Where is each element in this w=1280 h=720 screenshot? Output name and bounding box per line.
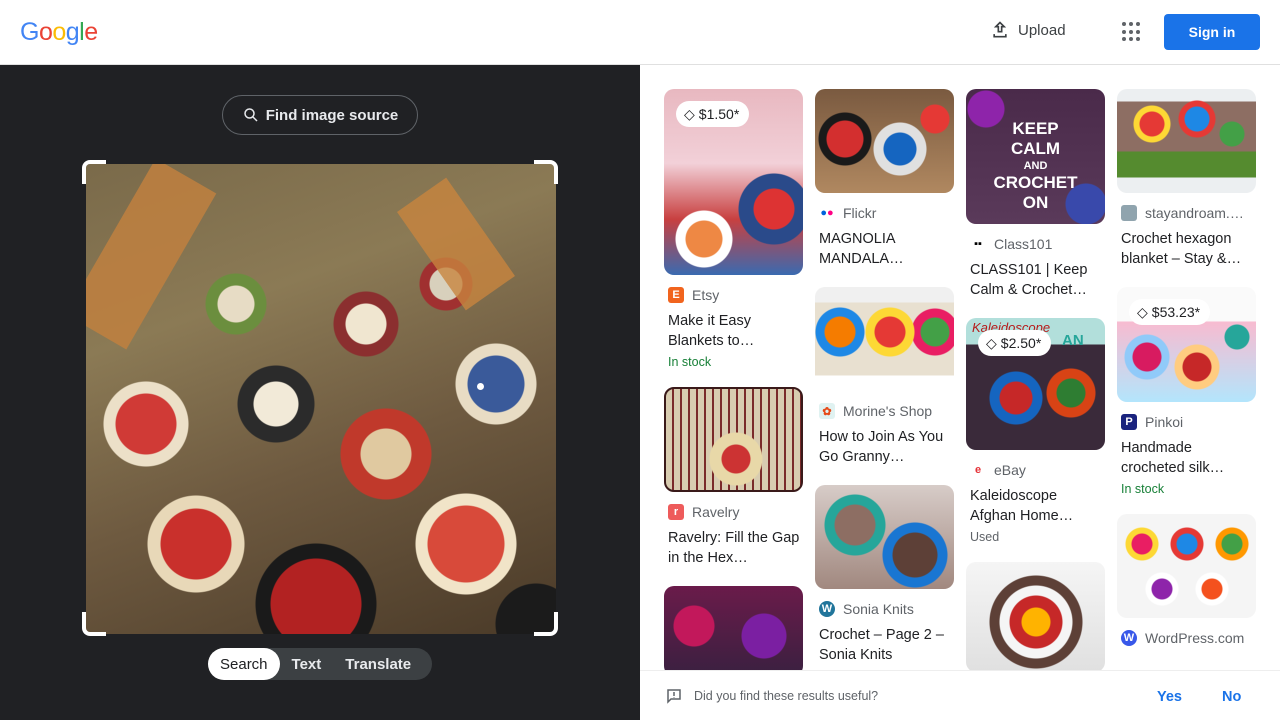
flickr-icon: ● ● <box>820 207 834 219</box>
result-card[interactable]: W Sonia Knits Crochet – Page 2 – Sonia Kn… <box>815 485 954 665</box>
tag-icon: ◇ <box>1137 303 1148 320</box>
result-title[interactable]: MAGNOLIA MANDALA… <box>815 229 954 269</box>
image-search-icon <box>243 108 258 122</box>
tag-icon: ◇ <box>684 105 695 122</box>
feedback-yes-button[interactable]: Yes <box>1157 689 1182 705</box>
upload-label: Upload <box>1018 21 1066 39</box>
crop-handle-bottom-right[interactable] <box>534 612 558 636</box>
header: Google Upload Sign in <box>0 0 1280 65</box>
mode-switcher: Search Text Translate <box>208 648 432 680</box>
result-source: ✿ Morine's Shop <box>815 403 954 419</box>
mode-search[interactable]: Search <box>208 648 280 680</box>
ravelry-icon: r <box>668 504 684 520</box>
result-title[interactable]: CLASS101 | Keep Calm & Crochet… <box>966 260 1105 300</box>
apps-grid-icon[interactable] <box>1122 22 1142 42</box>
price-badge: ◇ $53.23* <box>1129 299 1211 325</box>
results-column: KEEP CALM AND CROCHET ON ▪▪ Class101 CLAS… <box>966 89 1105 670</box>
crop-handle-bottom-left[interactable] <box>82 612 106 636</box>
query-image-panel: Find image source Search Text Translate <box>0 65 640 720</box>
result-card[interactable]: ✿ Morine's Shop How to Join As You Go Gra… <box>815 287 954 467</box>
result-thumbnail[interactable] <box>1117 514 1256 618</box>
thumb-text: AN <box>1062 332 1084 349</box>
result-thumbnail[interactable] <box>966 562 1105 670</box>
result-card[interactable]: KEEP CALM AND CROCHET ON ▪▪ Class101 CLAS… <box>966 89 1105 300</box>
result-title[interactable]: Ravelry: Fill the Gap in the Hex… <box>664 528 803 568</box>
results-panel: ◇ $1.50* E Etsy Make it Easy Blankets to… … <box>640 65 1280 670</box>
find-image-source-label: Find image source <box>265 106 399 124</box>
result-title[interactable]: Crochet hexagon blanket – Stay &… <box>1117 229 1256 269</box>
result-source: stayandroam.… <box>1117 205 1256 221</box>
price-badge: ◇ $2.50* <box>978 330 1052 356</box>
result-card[interactable]: ● ● Flickr MAGNOLIA MANDALA… <box>815 89 954 269</box>
ebay-icon: e <box>974 464 982 476</box>
upload-icon <box>993 21 1007 38</box>
stock-status: In stock <box>1121 482 1165 496</box>
result-thumbnail[interactable] <box>815 287 954 391</box>
result-source: ● ● Flickr <box>820 205 877 221</box>
feedback-bar: Did you find these results useful? Yes N… <box>640 670 1280 720</box>
result-thumbnail[interactable]: ◇ $53.23* <box>1117 287 1256 402</box>
result-title[interactable]: Crochet – Page 2 – Sonia Knits <box>815 625 954 665</box>
result-title[interactable]: How to Join As You Go Granny… <box>815 427 954 467</box>
find-image-source-button[interactable]: Find image source <box>222 95 418 135</box>
result-thumbnail[interactable] <box>664 586 803 670</box>
wordpress-icon: W <box>819 601 835 617</box>
result-source: ▪▪ Class101 <box>966 236 1105 252</box>
result-card[interactable]: r Ravelry Ravelry: Fill the Gap in the He… <box>664 387 803 568</box>
thumb-text: AND <box>1023 160 1048 172</box>
result-thumbnail[interactable] <box>1117 89 1256 193</box>
results-column: ◇ $1.50* E Etsy Make it Easy Blankets to… … <box>664 89 803 670</box>
result-card[interactable] <box>966 562 1105 670</box>
result-thumbnail[interactable]: ◇ $1.50* <box>664 89 803 275</box>
mode-text[interactable]: Text <box>280 648 334 680</box>
mode-translate[interactable]: Translate <box>333 648 423 680</box>
visual-match-dot[interactable] <box>477 383 484 390</box>
result-thumbnail[interactable] <box>815 485 954 589</box>
result-thumbnail[interactable] <box>664 387 803 492</box>
morines-shop-icon: ✿ <box>819 403 835 419</box>
result-title[interactable]: Handmade crocheted silk… <box>1117 438 1256 478</box>
tag-icon: ◇ <box>986 334 997 351</box>
thumb-text: KEEP <box>1012 119 1059 138</box>
result-card[interactable]: Kaleidoscope AN ◇ $2.50* e eBay Kaleidosco… <box>966 318 1105 544</box>
stock-status: In stock <box>668 355 712 369</box>
results-column: stayandroam.… Crochet hexagon blanket – … <box>1117 89 1256 664</box>
result-thumbnail[interactable] <box>815 89 954 193</box>
feedback-no-button[interactable]: No <box>1222 689 1241 705</box>
upload-button[interactable]: Upload <box>990 20 1066 40</box>
result-title[interactable]: Make it Easy Blankets to… <box>664 311 803 351</box>
class101-icon: ▪▪ <box>974 238 982 250</box>
result-card[interactable]: W WordPress.com <box>1117 514 1256 646</box>
thumb-text: CALM <box>1010 139 1061 158</box>
crop-handle-top-right[interactable] <box>534 160 558 184</box>
stayandroam-icon <box>1121 205 1137 221</box>
result-source: P Pinkoi <box>1117 414 1256 430</box>
google-logo[interactable]: Google <box>20 18 98 47</box>
result-source: W Sonia Knits <box>815 601 954 617</box>
thumb-text: ON <box>1022 193 1049 212</box>
wordpress-icon: W <box>1121 630 1137 646</box>
results-column: ● ● Flickr MAGNOLIA MANDALA… ✿ Morine's Sho… <box>815 89 954 670</box>
result-source: W WordPress.com <box>1117 630 1256 646</box>
result-card[interactable]: ◇ $53.23* P Pinkoi Handmade crocheted silk… <box>1117 287 1256 496</box>
feedback-question: Did you find these results useful? <box>694 689 879 703</box>
feedback-icon <box>667 689 681 704</box>
thumb-text: CROCHET <box>993 173 1078 192</box>
result-source: E Etsy <box>664 287 803 303</box>
pinkoi-icon: P <box>1121 414 1137 430</box>
etsy-icon: E <box>668 287 684 303</box>
query-image <box>86 164 556 634</box>
result-card[interactable]: stayandroam.… Crochet hexagon blanket – … <box>1117 89 1256 269</box>
result-source: e eBay <box>966 462 1105 478</box>
sign-in-button[interactable]: Sign in <box>1164 14 1260 50</box>
result-thumbnail[interactable]: Kaleidoscope AN ◇ $2.50* <box>966 318 1105 450</box>
price-badge: ◇ $1.50* <box>676 101 750 127</box>
result-card[interactable]: ◇ $1.50* E Etsy Make it Easy Blankets to… … <box>664 89 803 369</box>
condition-status: Used <box>970 530 1000 544</box>
result-title[interactable]: Kaleidoscope Afghan Home… <box>966 486 1105 526</box>
result-thumbnail[interactable]: KEEP CALM AND CROCHET ON <box>966 89 1105 224</box>
result-card[interactable] <box>664 586 803 670</box>
crop-handle-top-left[interactable] <box>82 160 106 184</box>
result-source: r Ravelry <box>664 504 803 520</box>
